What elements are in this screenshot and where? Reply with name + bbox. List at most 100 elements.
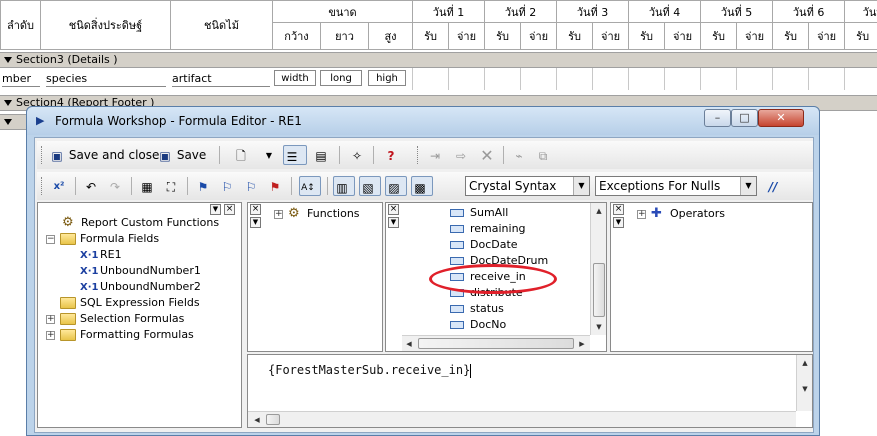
formula-text[interactable]: {ForestMasterSub.receive_in} xyxy=(268,363,472,378)
field-item-receive-in[interactable]: receive_in xyxy=(450,269,526,285)
save-button[interactable]: ▣ Save xyxy=(157,145,206,165)
toggle-properties-button[interactable]: ⧉ xyxy=(535,145,551,165)
field-item[interactable]: DocDateDrum xyxy=(450,253,548,269)
syntax-select[interactable]: Crystal Syntax ▼ xyxy=(465,176,590,196)
editor-vertical-scrollbar[interactable]: ▲ ▼ xyxy=(796,355,812,411)
scroll-right-icon[interactable]: ▶ xyxy=(575,338,589,350)
tree-formula-re1[interactable]: X·1 RE1 xyxy=(80,247,122,263)
comment-button[interactable]: // xyxy=(765,176,781,196)
scroll-left-icon[interactable]: ◀ xyxy=(250,414,264,426)
section5-band[interactable] xyxy=(0,114,26,130)
properties-button[interactable]: ▤ xyxy=(313,145,329,165)
chevron-down-icon: ▼ xyxy=(265,150,273,160)
field-species[interactable]: species xyxy=(46,71,166,87)
fields-horizontal-scrollbar[interactable]: ◀ ▶ xyxy=(402,335,590,351)
redo-button[interactable]: ↷ xyxy=(107,176,123,196)
section3-band[interactable]: Section3 (Details ) xyxy=(0,52,877,68)
scroll-thumb[interactable] xyxy=(266,414,280,425)
browse-data-button[interactable]: ▦ xyxy=(139,176,155,196)
previous-bookmark-button[interactable]: ⚐ xyxy=(243,176,259,196)
collapse-icon[interactable]: − xyxy=(46,235,55,244)
check-syntax-button[interactable]: x² xyxy=(51,176,67,196)
tree-formula-fields[interactable]: Formula Fields xyxy=(60,231,159,247)
scroll-thumb[interactable] xyxy=(593,263,605,317)
toggle-operator-tree-button[interactable]: ▨ xyxy=(385,176,407,196)
field-long[interactable]: long xyxy=(320,70,362,86)
toolbar-separator xyxy=(75,177,76,195)
clear-bookmarks-button[interactable]: ⚑ xyxy=(267,176,283,196)
tree-sql-expression-fields[interactable]: SQL Expression Fields xyxy=(60,295,200,311)
expert-button[interactable]: ✧ xyxy=(349,145,365,165)
toolbar-separator xyxy=(131,177,132,195)
pane-dropdown[interactable]: ▼ xyxy=(388,217,399,228)
expand-icon[interactable]: + xyxy=(274,210,283,219)
pane-close-button[interactable]: × xyxy=(224,204,235,215)
expand-icon[interactable]: + xyxy=(46,331,55,340)
pane-dropdown[interactable]: ▼ xyxy=(613,217,624,228)
tree-formatting-formulas[interactable]: Formatting Formulas xyxy=(60,327,194,343)
new-formula-button[interactable]: 🗋 xyxy=(233,145,249,165)
help-button[interactable]: ? xyxy=(383,145,399,165)
delete-button[interactable]: ✕ xyxy=(479,145,495,165)
tree-report-custom-functions[interactable]: ⚙ Report Custom Functions xyxy=(62,215,219,231)
pane-close-button[interactable]: × xyxy=(613,204,624,215)
new-dropdown-button[interactable]: ▼ xyxy=(261,145,277,165)
toggle-tree-button[interactable]: ☰ xyxy=(283,145,307,165)
maximize-button[interactable]: □ xyxy=(731,109,758,127)
scroll-thumb[interactable] xyxy=(418,338,574,349)
formula-editor-pane[interactable]: {ForestMasterSub.receive_in} ▲ ▼ ◀ xyxy=(247,354,813,428)
expand-icon[interactable]: + xyxy=(637,210,646,219)
close-button[interactable]: ✕ xyxy=(758,109,804,127)
minimize-button[interactable]: – xyxy=(704,109,731,127)
scroll-down-icon[interactable]: ▼ xyxy=(592,321,606,333)
field-high[interactable]: high xyxy=(368,70,406,86)
toggle-editor-button[interactable]: ▩ xyxy=(411,176,433,196)
show-formula-button[interactable]: ⌁ xyxy=(511,145,527,165)
rename-button[interactable]: ⇥ xyxy=(427,145,443,165)
next-bookmark-button[interactable]: ⚐ xyxy=(219,176,235,196)
find-button[interactable]: ⛶ xyxy=(163,176,179,196)
tree-selection-formulas[interactable]: Selection Formulas xyxy=(60,311,184,327)
undo-button[interactable]: ↶ xyxy=(83,176,99,196)
gear-icon: ⚙ xyxy=(62,215,74,230)
tree-formula-unbound2[interactable]: X·1 UnboundNumber2 xyxy=(80,279,201,295)
field-item[interactable]: DocDate xyxy=(450,237,518,253)
scroll-left-icon[interactable]: ◀ xyxy=(402,338,416,350)
scroll-up-icon[interactable]: ▲ xyxy=(798,357,812,369)
field-item[interactable]: SumAll xyxy=(450,205,508,221)
pane-dropdown[interactable]: ▼ xyxy=(210,204,221,215)
pane-dropdown[interactable]: ▼ xyxy=(250,217,261,228)
title-bar[interactable]: ▶ Formula Workshop - Formula Editor - RE… xyxy=(27,107,819,135)
bookmark-button[interactable]: ⚑ xyxy=(195,176,211,196)
redo-icon: ↷ xyxy=(109,179,121,194)
scroll-up-icon[interactable]: ▲ xyxy=(592,205,606,217)
comment-icon: // xyxy=(768,179,778,194)
functions-root[interactable]: ⚙ Functions xyxy=(288,206,360,222)
field-width[interactable]: width xyxy=(274,70,316,86)
field-number[interactable]: mber xyxy=(2,71,40,87)
expand-icon[interactable]: + xyxy=(46,315,55,324)
scroll-down-icon[interactable]: ▼ xyxy=(798,383,812,395)
sort-trees-button[interactable]: A↕ xyxy=(299,176,321,196)
toggle-function-tree-button[interactable]: ▧ xyxy=(359,176,381,196)
field-item[interactable]: distribute xyxy=(450,285,523,301)
fields-vertical-scrollbar[interactable]: ▲ ▼ xyxy=(590,203,606,335)
field-artifact[interactable]: artifact xyxy=(172,71,270,87)
operators-root[interactable]: ✚ Operators xyxy=(651,206,725,222)
field-item[interactable]: remaining xyxy=(450,221,526,237)
grid-line xyxy=(520,68,521,90)
use-editor-button[interactable]: ⇨ xyxy=(453,145,469,165)
save-and-close-button[interactable]: ▣ Save and close xyxy=(49,145,159,165)
editor-horizontal-scrollbar[interactable]: ◀ xyxy=(248,411,796,427)
toolbar-grip[interactable] xyxy=(417,146,420,164)
null-handling-select[interactable]: Exceptions For Nulls ▼ xyxy=(595,176,757,196)
tree-formula-unbound1[interactable]: X·1 UnboundNumber1 xyxy=(80,263,201,279)
field-item[interactable]: status xyxy=(450,301,504,317)
field-item[interactable]: DocNo xyxy=(450,317,506,333)
toggle-field-tree-button[interactable]: ▥ xyxy=(333,176,355,196)
pane-close-button[interactable]: × xyxy=(388,204,399,215)
toolbar-grip[interactable] xyxy=(41,177,44,195)
toolbar-grip[interactable] xyxy=(41,146,44,164)
pane-close-button[interactable]: × xyxy=(250,204,261,215)
magic-wand-icon: ✧ xyxy=(351,148,363,163)
